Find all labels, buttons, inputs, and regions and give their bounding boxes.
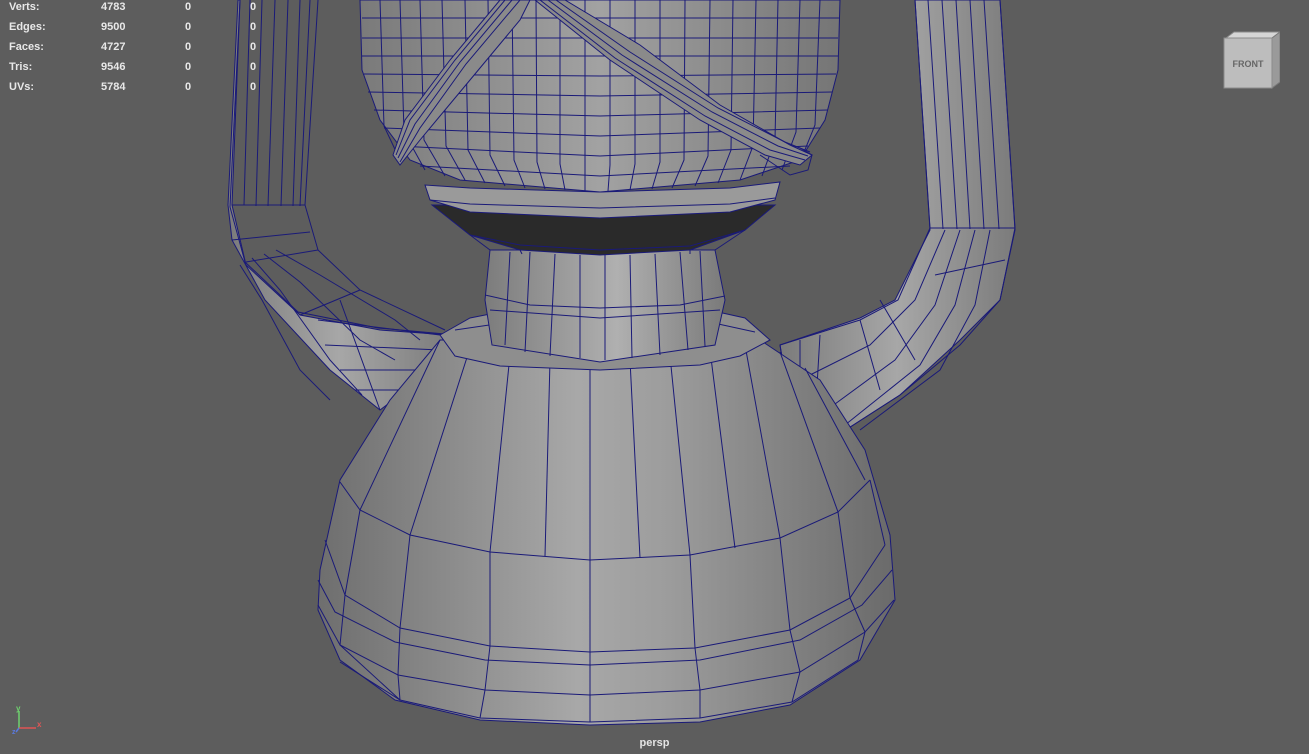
stat-selected: 0 xyxy=(185,81,192,93)
stat-third: 0 xyxy=(250,1,257,13)
axis-label-x: x xyxy=(37,720,42,729)
stat-row-uvs: UVs: 5784 0 0 xyxy=(8,80,268,100)
stat-third: 0 xyxy=(250,21,257,33)
stat-row-verts: Verts: 4783 0 0 xyxy=(8,0,268,20)
stat-third: 0 xyxy=(250,61,257,73)
stat-total: 4783 xyxy=(101,1,126,13)
perspective-viewport[interactable]: Verts: 4783 0 0 Edges: 9500 0 0 Faces: 4… xyxy=(0,0,1309,754)
stat-label: Verts: xyxy=(9,1,40,13)
axis-label-z: z xyxy=(12,729,16,735)
stat-total: 4727 xyxy=(101,41,126,53)
stat-label: UVs: xyxy=(9,81,35,93)
stat-label: Faces: xyxy=(9,41,44,53)
stat-selected: 0 xyxy=(185,21,192,33)
stat-selected: 0 xyxy=(185,41,192,53)
stat-row-edges: Edges: 9500 0 0 xyxy=(8,20,268,40)
stat-row-tris: Tris: 9546 0 0 xyxy=(8,60,268,80)
stat-total: 9500 xyxy=(101,21,126,33)
stat-selected: 0 xyxy=(185,61,192,73)
stat-label: Tris: xyxy=(9,61,33,73)
axis-label-y: y xyxy=(16,704,21,713)
lantern-model[interactable] xyxy=(0,0,1309,754)
stat-total: 5784 xyxy=(101,81,126,93)
stat-third: 0 xyxy=(250,81,257,93)
viewcube-face-label[interactable]: FRONT xyxy=(1233,59,1264,69)
viewcube-icon[interactable]: FRONT xyxy=(1222,30,1282,90)
stat-total: 9546 xyxy=(101,61,126,73)
stat-selected: 0 xyxy=(185,1,192,13)
camera-name-label: persp xyxy=(639,737,670,749)
axis-gizmo-icon: y x z xyxy=(10,703,44,736)
poly-count-hud: Verts: 4783 0 0 Edges: 9500 0 0 Faces: 4… xyxy=(8,0,268,100)
stat-third: 0 xyxy=(250,41,257,53)
stat-row-faces: Faces: 4727 0 0 xyxy=(8,40,268,60)
stat-label: Edges: xyxy=(9,21,46,33)
